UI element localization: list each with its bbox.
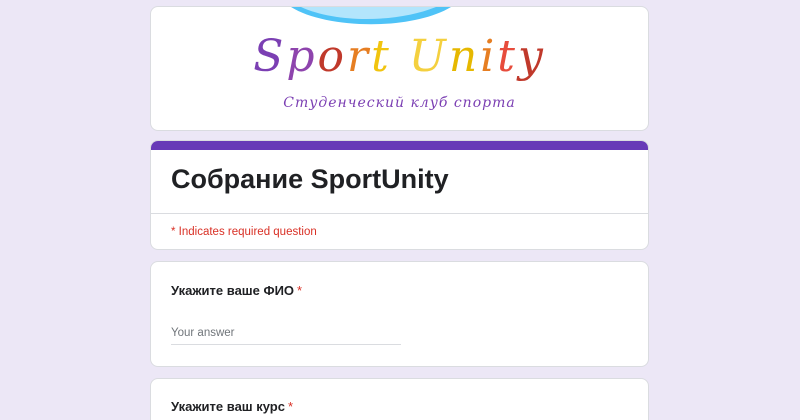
- required-asterisk: *: [287, 399, 294, 414]
- required-note: * Indicates required question: [171, 226, 317, 238]
- header-banner: Sport Unity Студенческий клуб спорта: [150, 6, 649, 131]
- form-title-card: Собрание SportUnity * Indicates required…: [150, 140, 649, 250]
- logo-letter: U: [408, 31, 449, 82]
- title-accent-bar: [151, 141, 648, 150]
- logo-letter: i: [480, 31, 498, 82]
- question-text: Укажите ваш курс: [171, 399, 285, 414]
- question-text: Укажите ваше ФИО: [171, 283, 295, 298]
- logo-title: Sport Unity: [151, 31, 648, 83]
- logo-letter: t: [497, 31, 518, 82]
- logo-letter: t: [371, 31, 392, 82]
- logo-letter: o: [317, 31, 348, 82]
- logo-letter: S: [253, 31, 287, 82]
- question-label: Укажите ваше ФИО *: [171, 282, 302, 300]
- logo-subtitle: Студенческий клуб спорта: [283, 95, 516, 111]
- form-title: Собрание SportUnity: [171, 164, 449, 194]
- question-label: Укажите ваш курс *: [171, 398, 293, 416]
- fio-answer-input[interactable]: [171, 322, 401, 345]
- divider: [151, 213, 648, 214]
- logo-letter: p: [286, 31, 318, 82]
- logo-letter: r: [347, 31, 372, 82]
- required-asterisk: *: [297, 283, 303, 298]
- form-page: Sport Unity Студенческий клуб спорта Соб…: [0, 0, 800, 420]
- logo-letter: y: [517, 31, 546, 82]
- logo-letter: n: [448, 31, 481, 82]
- question-card-course: Укажите ваш курс *: [150, 378, 649, 420]
- logo-letter: [392, 31, 409, 82]
- question-card-fio: Укажите ваше ФИО *: [150, 261, 649, 367]
